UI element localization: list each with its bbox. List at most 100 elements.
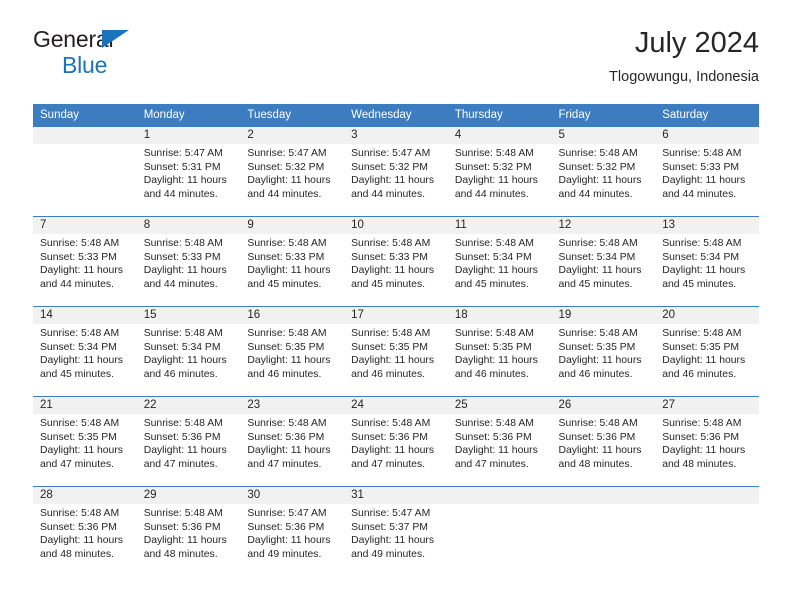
day-number: 20 [655, 307, 759, 324]
calendar-day-cell[interactable]: 21 Sunrise: 5:48 AM Sunset: 5:35 PM Dayligh… [33, 396, 137, 486]
sunset-text: Sunset: 5:34 PM [662, 251, 740, 263]
day-number [447, 487, 552, 504]
calendar-day-cell[interactable]: 11 Sunrise: 5:48 AM Sunset: 5:34 PM Dayligh… [447, 216, 552, 306]
daylight-text-line1: Daylight: 11 hours [454, 175, 538, 187]
calendar-day-cell[interactable]: 26 Sunrise: 5:48 AM Sunset: 5:36 PM Dayligh… [551, 396, 656, 486]
daylight-text-line2: and 44 minutes. [351, 188, 426, 200]
calendar-day-cell[interactable]: 2 Sunrise: 5:47 AM Sunset: 5:32 PM Daylight… [240, 126, 345, 216]
day-number: 27 [655, 397, 759, 414]
calendar-day-cell[interactable]: 19 Sunrise: 5:48 AM Sunset: 5:35 PM Dayligh… [551, 306, 656, 396]
calendar-day-cell[interactable]: 10 Sunrise: 5:48 AM Sunset: 5:33 PM Dayligh… [344, 216, 448, 306]
calendar-day-cell[interactable]: 28 Sunrise: 5:48 AM Sunset: 5:36 PM Dayligh… [33, 486, 137, 576]
day-details: Sunrise: 5:48 AM Sunset: 5:35 PM Daylight:… [552, 324, 656, 381]
calendar-day-cell[interactable]: 27 Sunrise: 5:48 AM Sunset: 5:36 PM Dayligh… [655, 396, 759, 486]
daylight-text-line1: Daylight: 11 hours [247, 535, 331, 547]
day-number: 24 [344, 397, 448, 414]
calendar-day-cell [655, 486, 759, 576]
daylight-text-line1: Daylight: 11 hours [247, 445, 331, 457]
weekday-header-saturday: Saturday [655, 104, 759, 126]
day-cell-inner: 19 Sunrise: 5:48 AM Sunset: 5:35 PM Dayligh… [551, 306, 656, 396]
day-details: Sunrise: 5:48 AM Sunset: 5:33 PM Daylight:… [137, 234, 241, 291]
day-number: 25 [447, 397, 552, 414]
day-number: 2 [240, 127, 345, 144]
calendar-day-cell[interactable]: 3 Sunrise: 5:47 AM Sunset: 5:32 PM Daylight… [344, 126, 448, 216]
calendar-day-cell[interactable]: 14 Sunrise: 5:48 AM Sunset: 5:34 PM Dayligh… [33, 306, 137, 396]
sunset-text: Sunset: 5:34 PM [558, 251, 636, 263]
day-cell-inner [551, 486, 656, 576]
calendar-day-cell[interactable]: 20 Sunrise: 5:48 AM Sunset: 5:35 PM Dayligh… [655, 306, 759, 396]
calendar-day-cell[interactable]: 25 Sunrise: 5:48 AM Sunset: 5:36 PM Dayligh… [447, 396, 552, 486]
calendar-day-cell[interactable]: 18 Sunrise: 5:48 AM Sunset: 5:35 PM Dayligh… [447, 306, 552, 396]
day-number: 1 [136, 127, 241, 144]
day-details: Sunrise: 5:48 AM Sunset: 5:34 PM Daylight:… [33, 324, 137, 381]
calendar-day-cell[interactable]: 24 Sunrise: 5:48 AM Sunset: 5:36 PM Dayligh… [344, 396, 448, 486]
calendar-day-cell[interactable]: 1 Sunrise: 5:47 AM Sunset: 5:31 PM Daylight… [136, 126, 241, 216]
day-number: 12 [551, 217, 656, 234]
sunrise-text: Sunrise: 5:48 AM [558, 418, 638, 429]
day-number [551, 487, 656, 504]
sunrise-text: Sunrise: 5:48 AM [40, 508, 120, 519]
day-details: Sunrise: 5:48 AM Sunset: 5:36 PM Daylight:… [137, 504, 241, 561]
calendar-day-cell[interactable]: 29 Sunrise: 5:48 AM Sunset: 5:36 PM Dayligh… [136, 486, 241, 576]
daylight-text-line1: Daylight: 11 hours [351, 445, 435, 457]
daylight-text-line2: and 46 minutes. [351, 368, 426, 380]
calendar-day-cell[interactable]: 30 Sunrise: 5:47 AM Sunset: 5:36 PM Dayligh… [240, 486, 345, 576]
day-cell-inner [447, 486, 552, 576]
sunset-text: Sunset: 5:36 PM [454, 431, 532, 443]
daylight-text-line1: Daylight: 11 hours [40, 535, 123, 547]
calendar-day-cell[interactable]: 13 Sunrise: 5:48 AM Sunset: 5:34 PM Dayligh… [655, 216, 759, 306]
daylight-text-line1: Daylight: 11 hours [351, 355, 435, 367]
calendar-day-cell[interactable]: 5 Sunrise: 5:48 AM Sunset: 5:32 PM Daylight… [551, 126, 656, 216]
weekday-header-sunday: Sunday [33, 104, 137, 126]
day-number: 6 [655, 127, 759, 144]
calendar-day-cell[interactable]: 23 Sunrise: 5:48 AM Sunset: 5:36 PM Dayligh… [240, 396, 345, 486]
day-number: 21 [33, 397, 137, 414]
calendar-day-cell [551, 486, 656, 576]
daylight-text-line2: and 45 minutes. [351, 278, 426, 290]
calendar-day-cell[interactable]: 17 Sunrise: 5:48 AM Sunset: 5:35 PM Dayligh… [344, 306, 448, 396]
sunrise-text: Sunrise: 5:47 AM [351, 508, 431, 519]
calendar-day-cell[interactable]: 7 Sunrise: 5:48 AM Sunset: 5:33 PM Daylight… [33, 216, 137, 306]
day-cell-inner: 13 Sunrise: 5:48 AM Sunset: 5:34 PM Dayligh… [655, 216, 759, 306]
sunset-text: Sunset: 5:35 PM [454, 341, 532, 353]
calendar-week-row: 14 Sunrise: 5:48 AM Sunset: 5:34 PM Dayligh… [33, 306, 759, 396]
day-cell-inner: 31 Sunrise: 5:47 AM Sunset: 5:37 PM Dayligh… [344, 486, 448, 576]
sunset-text: Sunset: 5:35 PM [351, 341, 428, 353]
calendar-day-cell[interactable]: 4 Sunrise: 5:48 AM Sunset: 5:32 PM Daylight… [447, 126, 552, 216]
calendar-day-cell[interactable]: 9 Sunrise: 5:48 AM Sunset: 5:33 PM Daylight… [240, 216, 345, 306]
calendar-day-cell[interactable]: 12 Sunrise: 5:48 AM Sunset: 5:34 PM Dayligh… [551, 216, 656, 306]
sunset-text: Sunset: 5:32 PM [247, 161, 325, 173]
daylight-text-line2: and 45 minutes. [40, 368, 114, 380]
day-number: 10 [344, 217, 448, 234]
calendar-day-cell[interactable]: 31 Sunrise: 5:47 AM Sunset: 5:37 PM Dayligh… [344, 486, 448, 576]
daylight-text-line2: and 44 minutes. [143, 278, 218, 290]
sunset-text: Sunset: 5:37 PM [351, 521, 428, 533]
day-details: Sunrise: 5:47 AM Sunset: 5:37 PM Daylight:… [344, 504, 448, 561]
daylight-text-line2: and 48 minutes. [40, 548, 114, 560]
calendar-day-cell[interactable]: 8 Sunrise: 5:48 AM Sunset: 5:33 PM Daylight… [136, 216, 241, 306]
day-details: Sunrise: 5:48 AM Sunset: 5:36 PM Daylight:… [240, 414, 344, 471]
day-cell-inner: 11 Sunrise: 5:48 AM Sunset: 5:34 PM Dayligh… [447, 216, 552, 306]
weekday-header-thursday: Thursday [447, 104, 552, 126]
sunset-text: Sunset: 5:35 PM [558, 341, 636, 353]
sunrise-text: Sunrise: 5:48 AM [40, 328, 120, 339]
calendar-day-cell[interactable]: 6 Sunrise: 5:48 AM Sunset: 5:33 PM Daylight… [655, 126, 759, 216]
calendar-day-cell[interactable]: 15 Sunrise: 5:48 AM Sunset: 5:34 PM Dayligh… [136, 306, 241, 396]
sunrise-text: Sunrise: 5:48 AM [143, 238, 223, 249]
sunset-text: Sunset: 5:33 PM [662, 161, 740, 173]
day-number: 7 [33, 217, 137, 234]
day-details: Sunrise: 5:48 AM Sunset: 5:36 PM Daylight:… [137, 414, 241, 471]
day-number: 14 [33, 307, 137, 324]
daylight-text-line1: Daylight: 11 hours [40, 445, 123, 457]
day-number: 29 [136, 487, 241, 504]
calendar-day-cell[interactable]: 22 Sunrise: 5:48 AM Sunset: 5:36 PM Dayligh… [136, 396, 241, 486]
sunrise-text: Sunrise: 5:47 AM [351, 148, 431, 159]
day-cell-inner: 28 Sunrise: 5:48 AM Sunset: 5:36 PM Dayligh… [33, 486, 137, 576]
day-details: Sunrise: 5:48 AM Sunset: 5:33 PM Daylight:… [344, 234, 448, 291]
day-number: 4 [447, 127, 552, 144]
day-cell-inner: 21 Sunrise: 5:48 AM Sunset: 5:35 PM Dayligh… [33, 396, 137, 486]
sunset-text: Sunset: 5:33 PM [247, 251, 325, 263]
day-cell-inner: 26 Sunrise: 5:48 AM Sunset: 5:36 PM Dayligh… [551, 396, 656, 486]
calendar-day-cell[interactable]: 16 Sunrise: 5:48 AM Sunset: 5:35 PM Dayligh… [240, 306, 345, 396]
daylight-text-line1: Daylight: 11 hours [662, 445, 746, 457]
